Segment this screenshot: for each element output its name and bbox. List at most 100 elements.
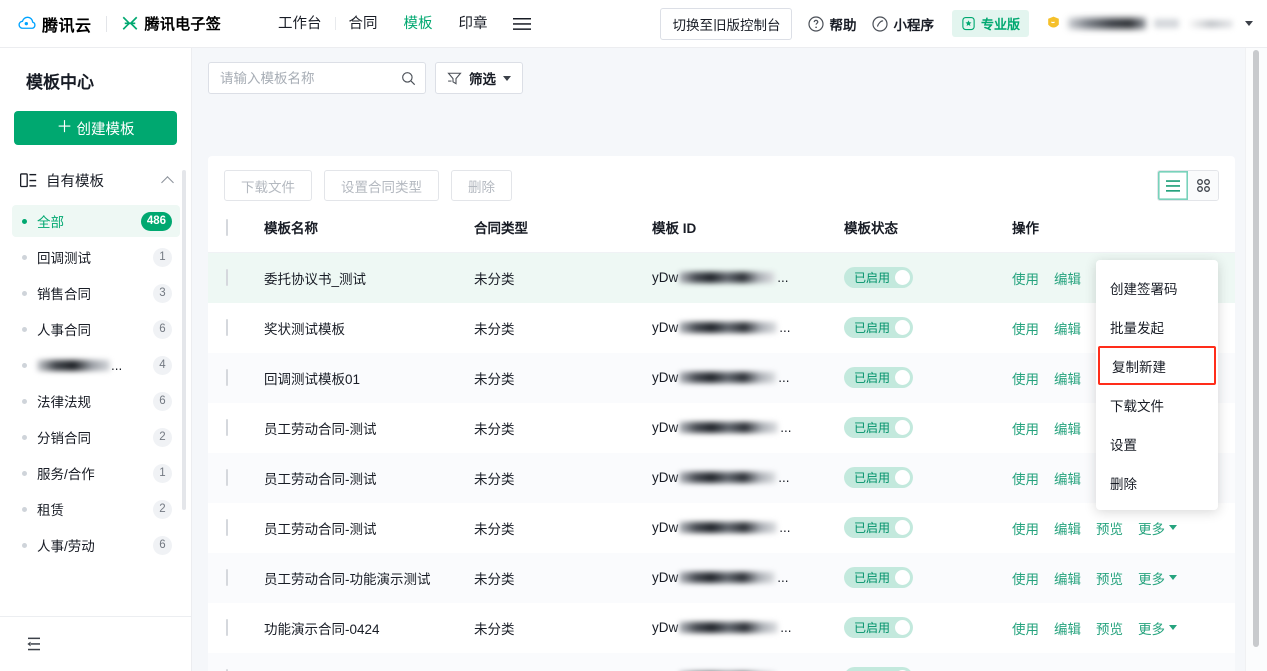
action-edit[interactable]: 编辑 (1054, 568, 1081, 588)
filter-button[interactable]: 筛选 (435, 62, 523, 94)
dropdown-item-download-file[interactable]: 下载文件 (1096, 385, 1218, 424)
table-row[interactable]: 员工劳动合同-测试未分类yDw...已启用使用编辑预览更多 (208, 503, 1235, 553)
action-edit[interactable]: 编辑 (1054, 668, 1081, 671)
action-edit[interactable]: 编辑 (1054, 618, 1081, 638)
user-account-menu[interactable] (1045, 15, 1253, 32)
action-more[interactable]: 更多 (1138, 668, 1177, 671)
nav-item-workbench[interactable]: 工作台 (265, 0, 335, 48)
help-button[interactable]: 帮助 (808, 14, 856, 34)
action-preview[interactable]: 预览 (1096, 518, 1123, 538)
dropdown-item-settings[interactable]: 设置 (1096, 424, 1218, 463)
sidebar-item-all[interactable]: 全部 486 (12, 205, 180, 237)
search-input[interactable] (220, 71, 401, 86)
action-use[interactable]: 使用 (1012, 268, 1039, 288)
action-use[interactable]: 使用 (1012, 318, 1039, 338)
sidebar-item-distribution-contract[interactable]: 分销合同 2 (12, 421, 180, 453)
sidebar-item-lease[interactable]: 租赁 2 (12, 493, 180, 525)
action-more[interactable]: 更多 (1138, 618, 1177, 638)
row-checkbox[interactable] (226, 569, 228, 586)
nav-more-button[interactable] (501, 17, 543, 31)
row-checkbox[interactable] (226, 419, 228, 436)
delete-button[interactable]: 删除 (451, 170, 512, 201)
status-toggle[interactable]: 已启用 (844, 467, 913, 488)
action-edit[interactable]: 编辑 (1054, 418, 1081, 438)
table-row[interactable]: 奖状测试模板未分类yDw...已启用使用编辑预览更多 (208, 303, 1235, 353)
table-row[interactable]: 功能演示合同-0424未分类yDw...已启用使用编辑预览更多 (208, 603, 1235, 653)
sidebar-item-sales-contract[interactable]: 销售合同 3 (12, 277, 180, 309)
row-checkbox[interactable] (226, 319, 228, 336)
miniprogram-button[interactable]: 小程序 (872, 14, 934, 34)
dropdown-item-create-sign-code[interactable]: 创建签署码 (1096, 268, 1218, 307)
action-use[interactable]: 使用 (1012, 518, 1039, 538)
row-status: 已启用 (844, 603, 1012, 653)
action-use[interactable]: 使用 (1012, 568, 1039, 588)
sidebar-group-own-templates[interactable]: 自有模板 (0, 158, 192, 201)
row-checkbox[interactable] (226, 519, 228, 536)
sidebar-item-hr-contract[interactable]: 人事合同 6 (12, 313, 180, 345)
table-row[interactable]: 回调测试模板01未分类yDw...已启用使用编辑预览更多 (208, 353, 1235, 403)
action-preview[interactable]: 预览 (1096, 568, 1123, 588)
sidebar-item-callback-test[interactable]: 回调测试 1 (12, 241, 180, 273)
product-logo[interactable]: 腾讯电子签 (121, 13, 222, 34)
status-toggle[interactable]: 已启用 (844, 367, 913, 388)
action-edit[interactable]: 编辑 (1054, 468, 1081, 488)
row-checkbox[interactable] (226, 619, 228, 636)
action-edit[interactable]: 编辑 (1054, 518, 1081, 538)
sidebar-category-scroll[interactable]: 自有模板 全部 486 回调测试 1 销售合同 3 人事合同 6 ... 4 (0, 158, 192, 640)
set-contract-type-button[interactable]: 设置合同类型 (324, 170, 439, 201)
sidebar-item-hr-labor[interactable]: 人事/劳动 6 (12, 529, 180, 561)
create-template-button[interactable]: ＋ 创建模板 (14, 111, 177, 145)
action-use[interactable]: 使用 (1012, 368, 1039, 388)
switch-legacy-console-button[interactable]: 切换至旧版控制台 (660, 8, 792, 40)
action-more[interactable]: 更多 (1138, 568, 1177, 588)
action-edit[interactable]: 编辑 (1054, 318, 1081, 338)
status-toggle[interactable]: 已启用 (844, 567, 913, 588)
sidebar-item-count: 2 (153, 428, 172, 447)
status-toggle[interactable]: 已启用 (844, 617, 913, 638)
status-toggle[interactable]: 已启用 (844, 267, 913, 288)
table-row[interactable]: 员工劳动合同-功能演示测试未分类yDw...已启用使用编辑预览更多 (208, 553, 1235, 603)
nav-item-contract[interactable]: 合同 (336, 0, 391, 48)
dropdown-item-copy-new[interactable]: 复制新建 (1098, 346, 1216, 385)
pro-version-badge[interactable]: 专业版 (952, 10, 1029, 37)
sidebar-item-redacted[interactable]: ... 4 (12, 349, 180, 381)
collapse-sidebar-icon[interactable] (26, 637, 45, 651)
search-box[interactable] (208, 62, 426, 94)
sidebar-item-count: 4 (153, 356, 172, 375)
grid-view-button[interactable] (1188, 171, 1218, 200)
download-files-button[interactable]: 下载文件 (224, 170, 312, 201)
row-checkbox[interactable] (226, 469, 228, 486)
row-checkbox[interactable] (226, 369, 228, 386)
status-toggle[interactable]: 已启用 (844, 417, 913, 438)
dropdown-item-batch-launch[interactable]: 批量发起 (1096, 307, 1218, 346)
chevron-up-icon[interactable] (161, 176, 174, 189)
action-more[interactable]: 更多 (1138, 518, 1177, 538)
action-use[interactable]: 使用 (1012, 468, 1039, 488)
table-row[interactable]: 员工劳动合同-测试未分类yDw...已启用使用编辑预览更多 (208, 403, 1235, 453)
nav-item-seal[interactable]: 印章 (446, 0, 501, 48)
action-preview[interactable]: 预览 (1096, 668, 1123, 671)
action-use[interactable]: 使用 (1012, 668, 1039, 671)
action-edit[interactable]: 编辑 (1054, 368, 1081, 388)
action-use[interactable]: 使用 (1012, 418, 1039, 438)
select-all-checkbox[interactable] (226, 219, 228, 236)
sidebar-scrollbar[interactable] (182, 170, 186, 510)
status-toggle[interactable]: 已启用 (844, 667, 913, 671)
list-view-button[interactable] (1158, 171, 1188, 200)
table-row[interactable]: 委托协议书_测试未分类yDw...已启用使用编辑预览更多 (208, 253, 1235, 303)
action-use[interactable]: 使用 (1012, 618, 1039, 638)
row-checkbox[interactable] (226, 269, 228, 286)
sidebar-item-laws[interactable]: 法律法规 6 (12, 385, 180, 417)
tencent-cloud-logo[interactable]: 腾讯云 (18, 12, 92, 36)
dropdown-item-delete[interactable]: 删除 (1096, 463, 1218, 502)
search-icon[interactable] (401, 71, 416, 86)
sidebar-item-service-cooperation[interactable]: 服务/合作 1 (12, 457, 180, 489)
status-toggle[interactable]: 已启用 (844, 517, 913, 538)
nav-item-template[interactable]: 模板 (391, 0, 446, 48)
status-toggle[interactable]: 已启用 (844, 317, 913, 338)
action-preview[interactable]: 预览 (1096, 618, 1123, 638)
table-row[interactable]: 员工劳动合同-测试未分类yDw...已启用使用编辑预览更多 (208, 453, 1235, 503)
table-row[interactable]: 项目立项报告_测试（盖章）未分类yDw...已启用使用编辑预览更多 (208, 653, 1235, 671)
action-edit[interactable]: 编辑 (1054, 268, 1081, 288)
page-scrollbar-thumb[interactable] (1253, 50, 1259, 647)
